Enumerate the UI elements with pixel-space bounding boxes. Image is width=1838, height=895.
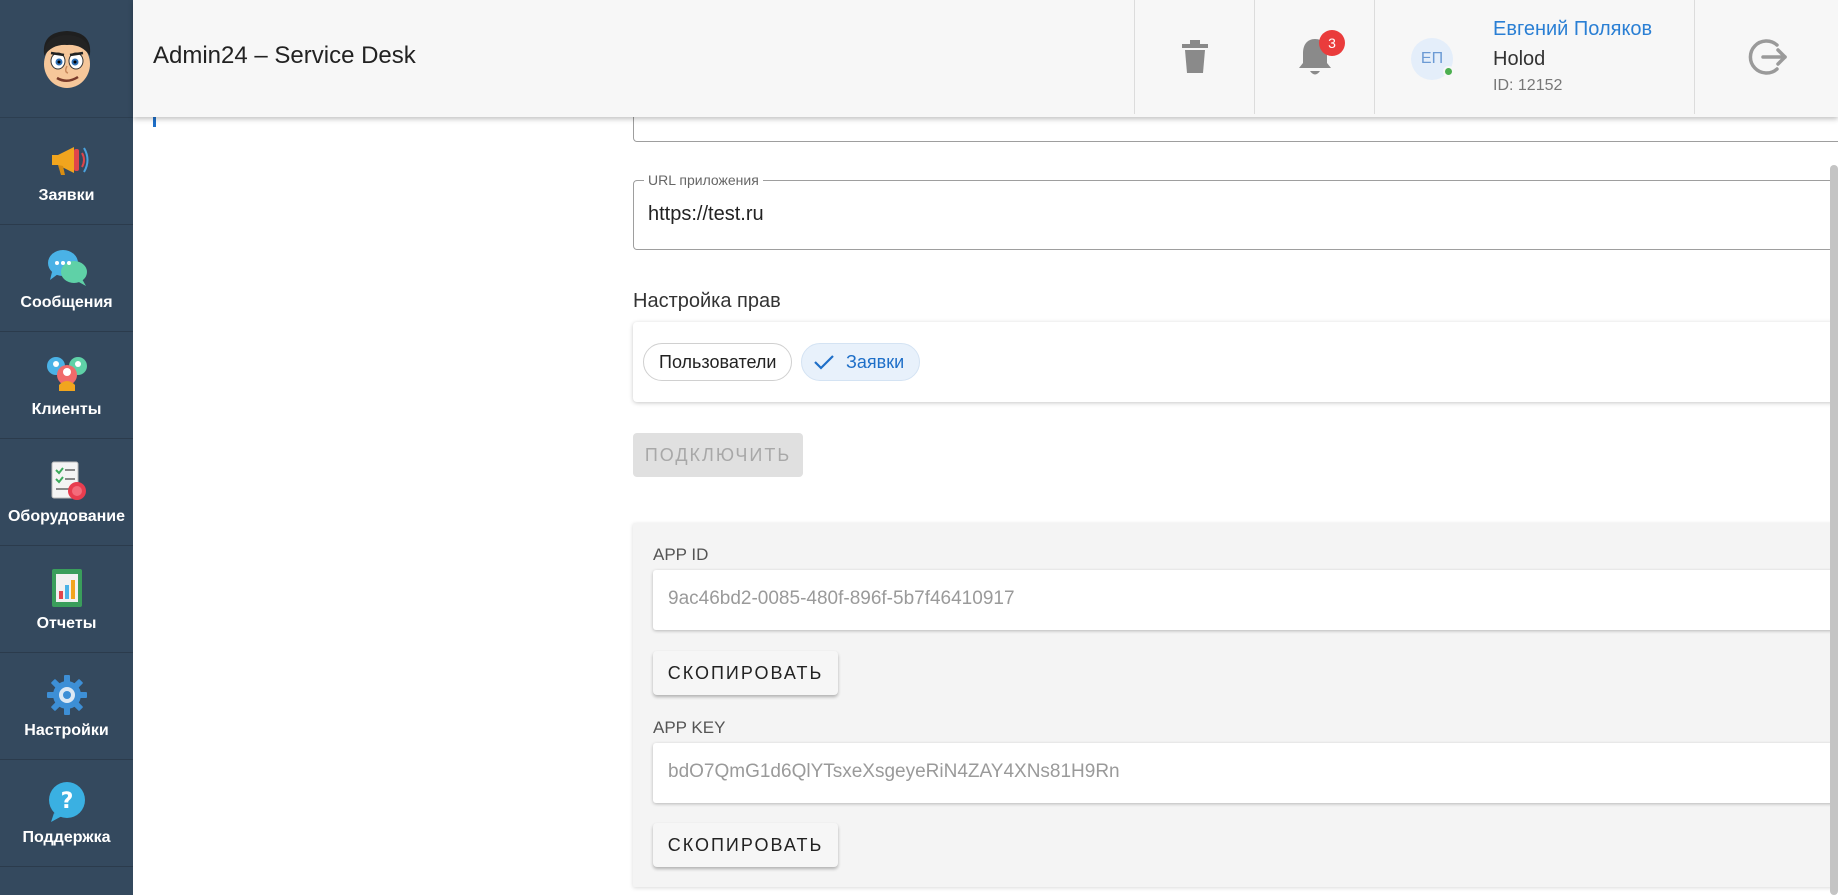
svg-text:?: ? [60,789,73,814]
chip-label: Заявки [846,351,905,372]
equipment-checklist-icon [51,461,86,500]
sidebar-item-label: Заявки [38,187,95,204]
app-url-field[interactable]: URL приложения https://test.ru [633,172,1838,250]
checkmark-icon [814,355,834,370]
app-id-value: 9ac46bd2-0085-480f-896f-5b7f46410917 [668,588,1015,609]
keys-panel: APP ID 9ac46bd2-0085-480f-896f-5b7f46410… [633,523,1838,887]
sidebar-item-label: Оборудование [7,508,125,525]
section-indicator [153,117,156,127]
top-header: Admin24 – Service Desk 3 ЕП Евгений Поля… [133,0,1838,117]
app-url-value[interactable]: https://test.ru [648,203,764,226]
app-key-value: bdO7QmG1d6QlYTsxeXsgeyeRiN4ZAY4XNs81H9Rn [668,761,1120,782]
logo[interactable] [0,0,133,118]
clients-icon [46,357,87,391]
user-org: Holod [1493,48,1546,70]
chip-users[interactable]: Пользователи [643,343,793,381]
app-key-label: APP KEY [653,718,726,737]
sidebar-item-label: Настройки [24,722,109,739]
app-key-field[interactable]: bdO7QmG1d6QlYTsxeXsgeyeRiN4ZAY4XNs81H9Rn [653,743,1838,803]
sidebar: Заявки Сообщения Клиенты Оборудование От… [0,0,133,895]
trash-icon [1181,40,1208,73]
sidebar-item-label: Поддержка [22,829,111,846]
copy-app-key-button[interactable]: СКОПИРОВАТЬ [653,823,838,867]
sidebar-item-settings[interactable]: Настройки [0,653,133,760]
user-name-link[interactable]: Евгений Поляков [1493,18,1652,41]
megaphone-icon [51,147,88,175]
copy-app-id-button[interactable]: СКОПИРОВАТЬ [653,651,838,695]
user-id: ID: 12152 [1493,77,1563,94]
sidebar-item-label: Сообщения [20,294,113,311]
sidebar-item-clients[interactable]: Клиенты [0,332,133,439]
reports-icon [51,569,82,607]
notifications-button[interactable]: 3 [1254,0,1374,114]
rights-chips: Пользователи Заявки [633,322,1838,402]
trash-button[interactable] [1134,0,1254,114]
help-icon: ? [48,782,85,822]
app-id-label: APP ID [653,545,709,564]
logout-button[interactable] [1694,0,1838,114]
sidebar-item-label: Клиенты [31,401,102,418]
chip-requests[interactable]: Заявки [801,343,921,381]
app-title: Admin24 – Service Desk [153,42,416,69]
sidebar-item-reports[interactable]: Отчеты [0,546,133,653]
main-content: URL приложения https://test.ru Настройка… [133,0,1838,895]
logout-icon [1748,39,1787,75]
sidebar-item-support[interactable]: ? Поддержка [0,760,133,867]
app-id-field[interactable]: 9ac46bd2-0085-480f-896f-5b7f46410917 [653,570,1838,630]
notification-badge: 3 [1319,30,1345,56]
sidebar-item-messages[interactable]: Сообщения [0,225,133,332]
app-url-label: URL приложения [644,172,763,188]
sidebar-item-requests[interactable]: Заявки [0,118,133,225]
connect-button[interactable]: ПОДКЛЮЧИТЬ [633,433,803,477]
chat-bubbles-icon [47,250,87,286]
mascot-face-icon [43,30,90,88]
scrollbar[interactable] [1830,165,1838,895]
sidebar-item-equipment[interactable]: Оборудование [0,439,133,546]
rights-title: Настройка прав [633,290,781,312]
chip-label: Пользователи [659,351,777,372]
online-status-dot [1443,66,1454,77]
gear-icon [46,675,87,715]
user-profile[interactable]: ЕП Евгений Поляков Holod ID: 12152 [1374,0,1694,114]
sidebar-item-label: Отчеты [36,615,97,632]
